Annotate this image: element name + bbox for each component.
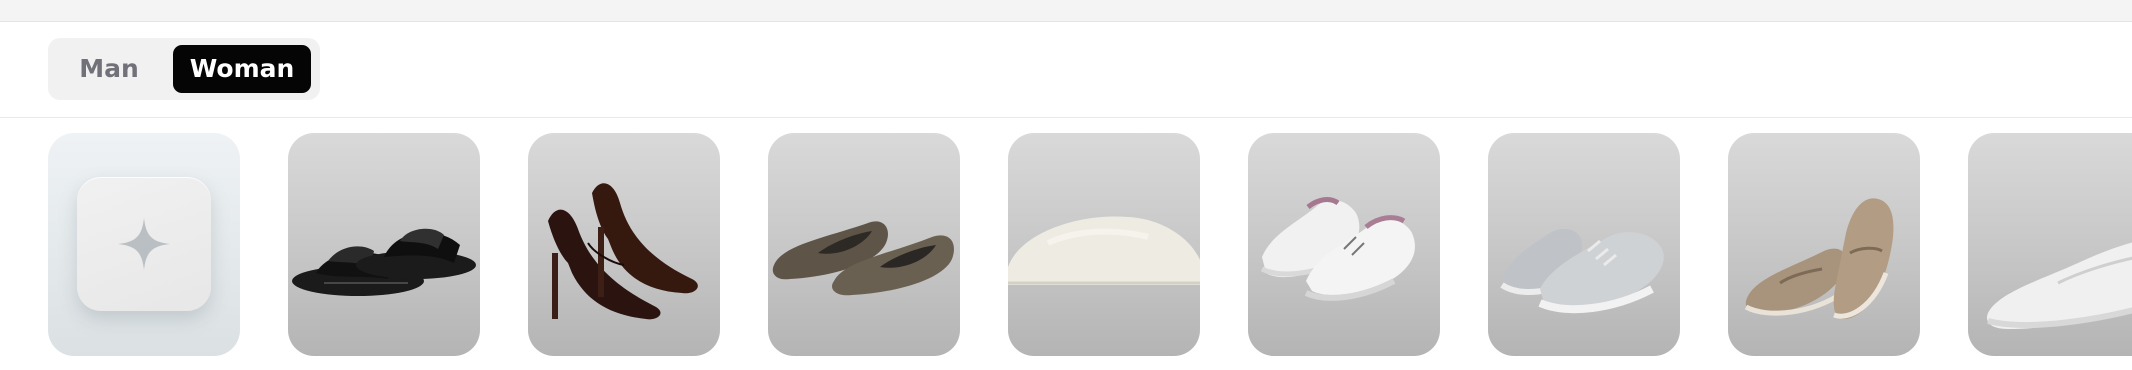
stiletto-pumps-image: [548, 183, 698, 320]
knit-ballet-flats-image: [772, 221, 954, 296]
top-bar: [0, 0, 2132, 22]
divider: [0, 117, 2132, 118]
category-card-flats[interactable]: [768, 133, 960, 356]
sparkle-tile: [77, 177, 211, 311]
suede-loafers-image: [1744, 198, 1894, 320]
category-card-loafers[interactable]: [1728, 133, 1920, 356]
category-card-sandals[interactable]: [288, 133, 480, 356]
category-card-slip-ons[interactable]: [1968, 133, 2132, 356]
metallic-sneakers-image: [1500, 228, 1664, 314]
category-card-knit-sneakers[interactable]: [1248, 133, 1440, 356]
tab-woman[interactable]: Woman: [173, 45, 311, 93]
fluffy-slippers-image: [1008, 216, 1200, 285]
tab-man[interactable]: Man: [56, 45, 162, 93]
category-card-pumps[interactable]: [528, 133, 720, 356]
knit-sneakers-image: [1260, 197, 1415, 301]
slip-on-sneakers-image: [1987, 242, 2132, 329]
category-card-ai[interactable]: [48, 133, 240, 356]
sparkle-icon: [118, 218, 170, 270]
category-card-slippers[interactable]: [1008, 133, 1200, 356]
gender-toggle: Man Woman: [48, 38, 320, 100]
slide-sandals-image: [292, 228, 476, 296]
category-card-metallic-sneakers[interactable]: [1488, 133, 1680, 356]
